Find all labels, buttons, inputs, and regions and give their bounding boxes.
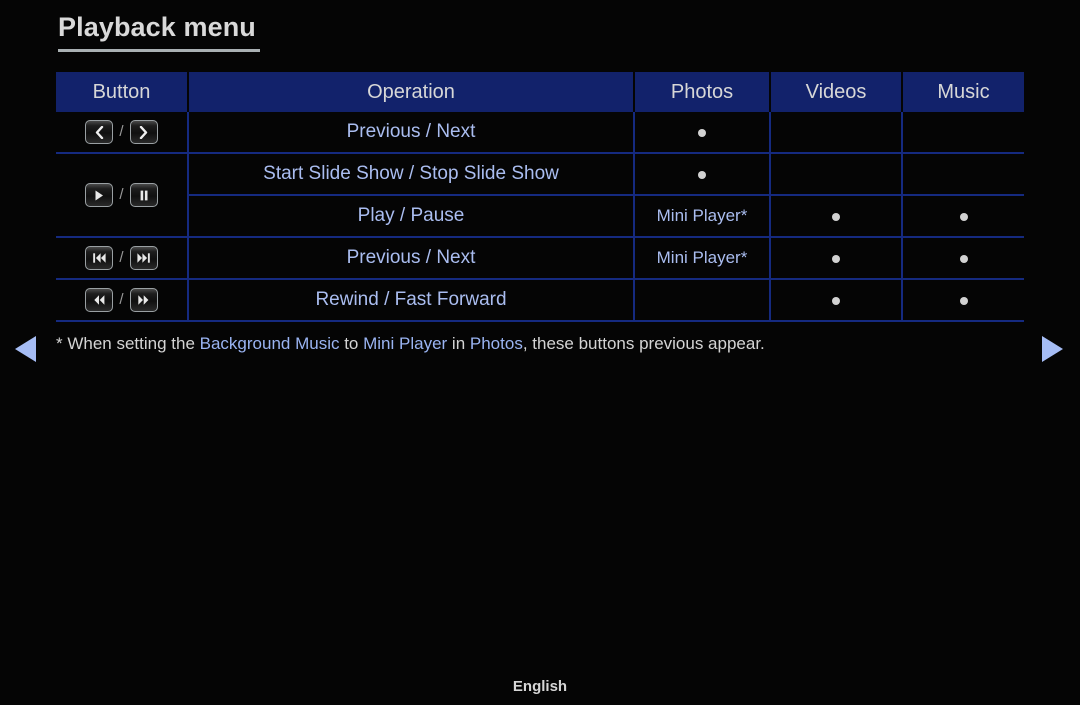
videos-cell	[770, 153, 903, 196]
music-cell	[902, 153, 1024, 196]
photos-cell	[634, 153, 771, 196]
photos-cell: Mini Player*	[634, 195, 771, 238]
button-cell-chevrons: /	[56, 112, 189, 154]
prev-chevron-icon[interactable]	[85, 120, 114, 144]
footnote: * When setting the Background Music to M…	[56, 334, 765, 354]
support-dot	[832, 213, 840, 221]
support-dot	[959, 213, 968, 221]
key-group: /	[56, 183, 187, 207]
support-dot	[959, 297, 968, 305]
footnote-prefix: * When setting the	[56, 334, 200, 353]
playback-table: Button Operation Photos Videos Music / P…	[56, 72, 1024, 322]
footnote-mid-1: to	[339, 334, 364, 353]
page-title-block: Playback menu	[58, 12, 260, 52]
support-dot	[832, 297, 840, 305]
support-dot	[959, 255, 968, 263]
mini-player-label: Mini Player*	[656, 206, 748, 225]
footnote-highlight-mini-player: Mini Player	[363, 334, 448, 353]
next-chevron-icon[interactable]	[129, 120, 158, 144]
support-dot	[698, 171, 706, 179]
play-icon[interactable]	[85, 183, 114, 207]
music-cell	[902, 237, 1024, 280]
photos-cell	[634, 279, 771, 322]
operation-cell: Previous / Next	[188, 112, 635, 154]
pause-icon[interactable]	[129, 183, 158, 207]
support-dot	[832, 255, 840, 263]
skip-forward-icon[interactable]	[129, 246, 158, 270]
key-group: /	[56, 288, 187, 312]
videos-cell	[770, 237, 903, 280]
videos-cell	[770, 279, 903, 322]
support-dot	[698, 129, 706, 137]
key-separator: /	[119, 290, 124, 308]
key-separator: /	[119, 185, 124, 203]
operation-label: Previous / Next	[346, 121, 476, 142]
operation-cell: Previous / Next	[188, 237, 635, 280]
button-cell-play-pause: /	[56, 153, 189, 238]
button-cell-rewind: /	[56, 279, 189, 322]
music-cell	[902, 279, 1024, 322]
footnote-mid-2: in	[447, 334, 470, 353]
table-header-row: Button Operation Photos Videos Music	[56, 72, 1024, 112]
page-title: Playback menu	[58, 12, 256, 42]
operation-cell: Rewind / Fast Forward	[188, 279, 635, 322]
language-label: English	[512, 678, 568, 695]
table-row: / Rewind / Fast Forward	[56, 279, 1024, 322]
operation-cell: Start Slide Show / Stop Slide Show	[188, 153, 635, 196]
fast-forward-icon[interactable]	[129, 288, 158, 312]
operation-label: Start Slide Show / Stop Slide Show	[263, 163, 559, 184]
operation-label: Play / Pause	[357, 205, 465, 226]
skip-backward-icon[interactable]	[85, 246, 114, 270]
rewind-icon[interactable]	[85, 288, 114, 312]
table-row: / Start Slide Show / Stop Slide Show	[56, 153, 1024, 238]
key-separator: /	[119, 122, 124, 140]
prev-page-arrow-icon[interactable]	[15, 336, 36, 362]
operation-label: Rewind / Fast Forward	[315, 289, 507, 310]
videos-cell	[770, 195, 903, 238]
table-row: Play / Pause Mini Player*	[56, 195, 1024, 238]
operation-cell: Play / Pause	[188, 195, 635, 238]
column-header-music: Music	[902, 72, 1024, 112]
next-page-arrow-icon[interactable]	[1042, 336, 1063, 362]
photos-cell	[634, 112, 771, 154]
footnote-highlight-background-music: Background Music	[199, 334, 340, 353]
page-title-underline	[58, 49, 260, 52]
key-group: /	[56, 120, 187, 144]
music-cell	[902, 112, 1024, 154]
key-group: /	[56, 246, 187, 270]
column-header-operation: Operation	[188, 72, 635, 112]
table-row: / Previous / Next	[56, 112, 1024, 154]
button-cell-skip: /	[56, 237, 189, 280]
key-separator: /	[119, 248, 124, 266]
videos-cell	[770, 112, 903, 154]
column-header-photos: Photos	[634, 72, 771, 112]
footnote-suffix: , these buttons previous appear.	[522, 334, 765, 353]
photos-cell: Mini Player*	[634, 237, 771, 280]
footnote-highlight-photos: Photos	[469, 334, 523, 353]
table-row: / Previous / Next Mini Player*	[56, 237, 1024, 280]
column-header-videos: Videos	[770, 72, 903, 112]
column-header-button: Button	[56, 72, 189, 112]
mini-player-label: Mini Player*	[656, 248, 748, 267]
music-cell	[902, 195, 1024, 238]
operation-label: Previous / Next	[346, 247, 476, 268]
